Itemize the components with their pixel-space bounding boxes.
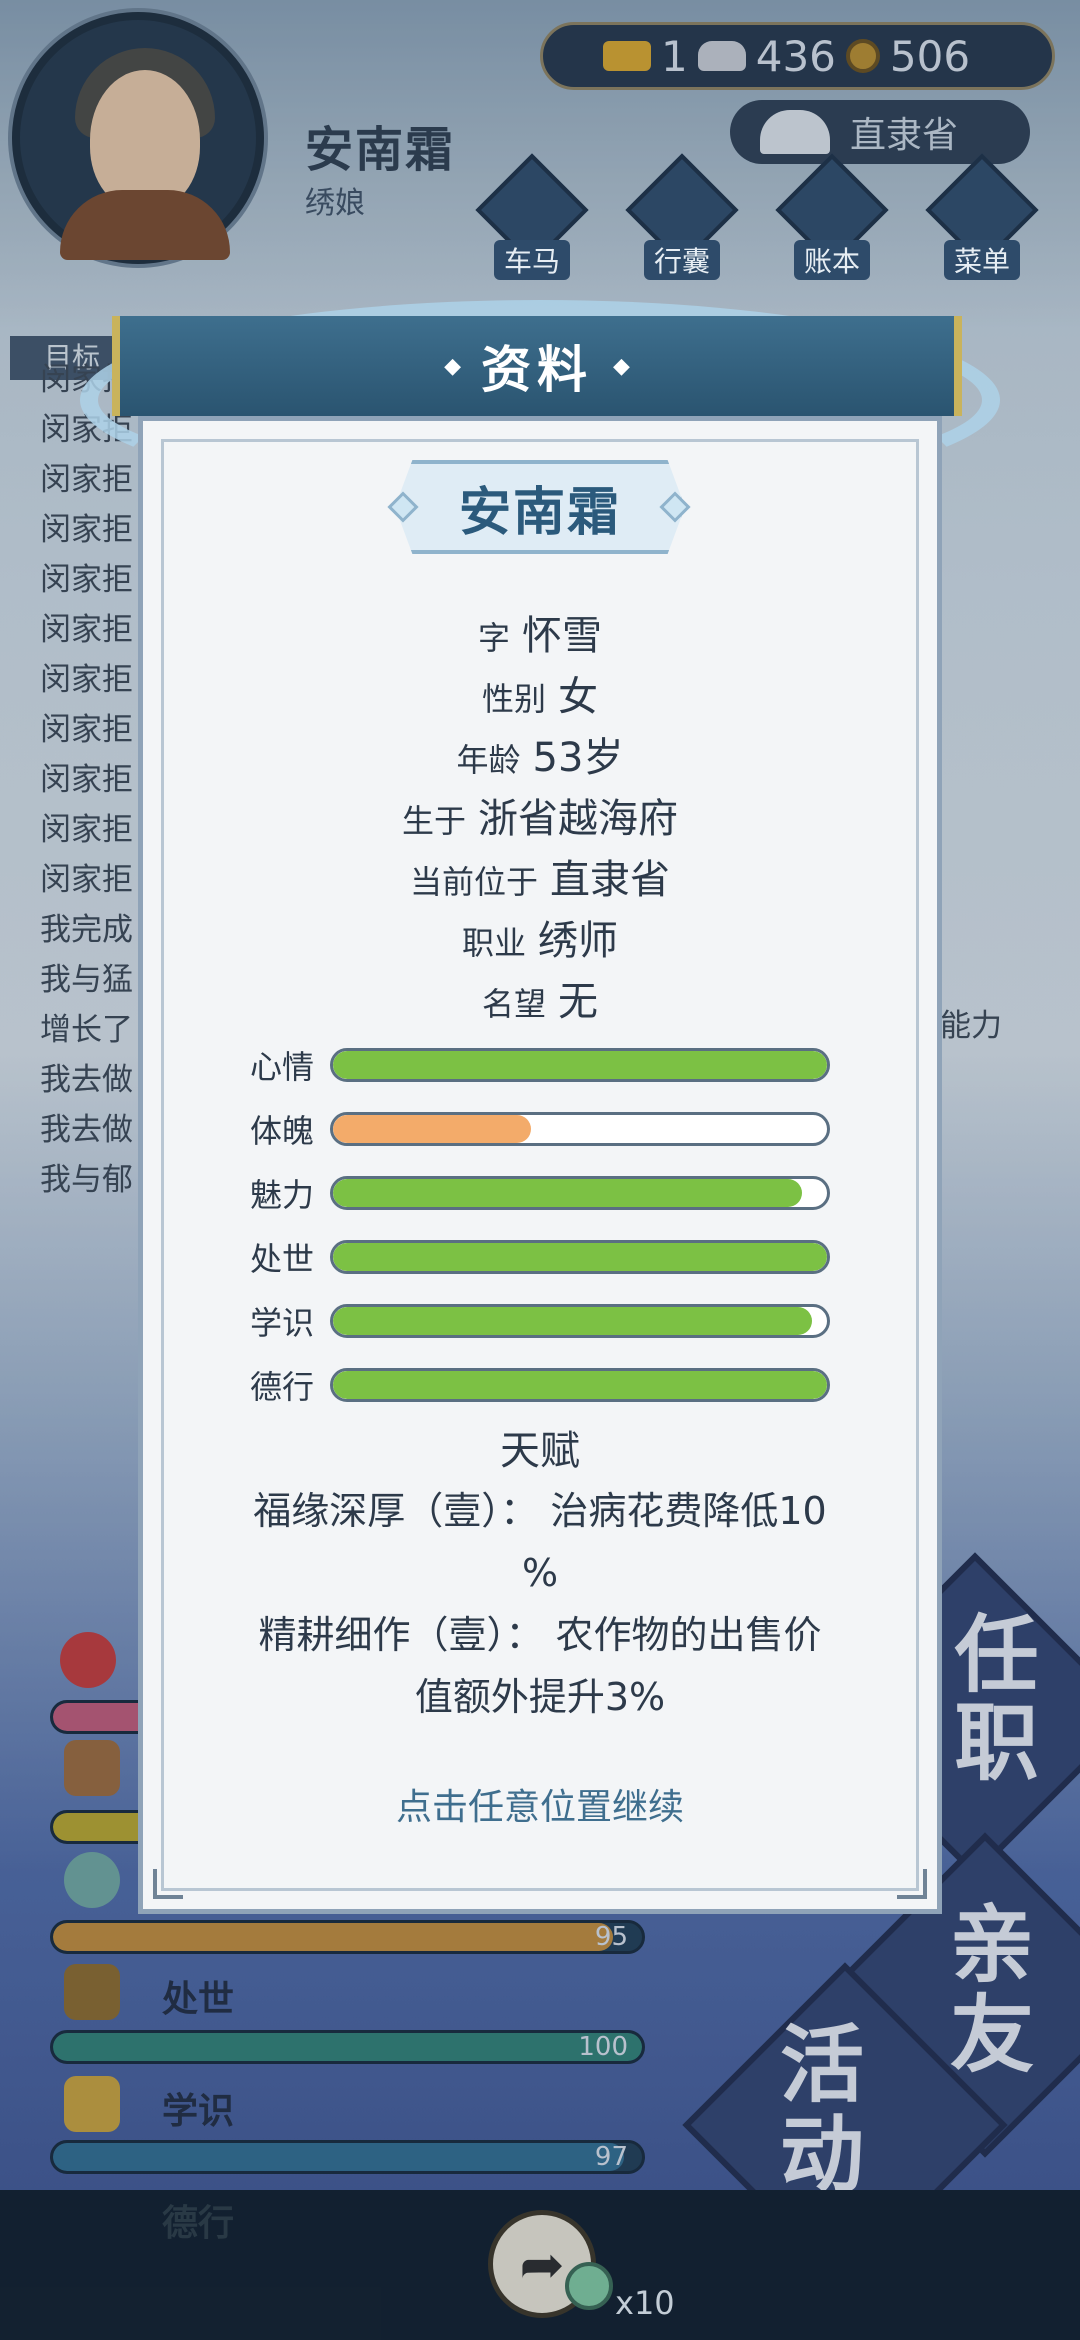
- corner-ornament: [897, 1869, 927, 1899]
- info-value: 直隶省: [550, 857, 670, 903]
- attr-fill: [333, 1115, 531, 1143]
- attr-bar: [330, 1368, 830, 1402]
- dialog-title: 资料: [481, 341, 593, 399]
- talent-text: %: [521, 1551, 559, 1595]
- menu-label: 菜单: [943, 240, 1020, 280]
- attr-mood: 心情: [240, 1040, 840, 1090]
- title-dot-left: ◆: [444, 353, 461, 379]
- talent-text: 精耕细作（壹）： 农作物的出售价: [258, 1613, 822, 1657]
- info-value: 怀雪: [522, 613, 602, 659]
- info-value: 无: [558, 979, 598, 1025]
- info-key: 名望: [481, 985, 546, 1023]
- attr-physique: 体魄: [240, 1104, 840, 1154]
- attr-virtue: 德行: [240, 1360, 840, 1410]
- attr-fill: [333, 1051, 827, 1079]
- attr-name: 魅力: [250, 1176, 315, 1214]
- info-birthplace: 生于 浙省越海府: [138, 789, 942, 850]
- attr-bar: [330, 1304, 830, 1338]
- info-gender: 性别女: [138, 667, 942, 728]
- corner-ornament: [153, 1869, 183, 1899]
- dialog-header: ◆ 资料 ◆: [112, 316, 962, 416]
- attr-name: 处世: [250, 1240, 315, 1278]
- attr-bar: [330, 1048, 830, 1082]
- info-current-location: 当前位于 直隶省: [138, 850, 942, 911]
- attr-name: 体魄: [250, 1112, 315, 1150]
- attr-bar: [330, 1176, 830, 1210]
- attr-charm: 魅力: [240, 1168, 840, 1218]
- continue-hint[interactable]: 点击任意位置继续: [138, 1778, 942, 1830]
- attr-fill: [333, 1243, 827, 1271]
- info-profession: 职业 绣师: [138, 911, 942, 972]
- info-reputation: 名望无: [138, 972, 942, 1033]
- info-list: 字怀雪 性别女 年龄 53岁 生于 浙省越海府 当前位于 直隶省 职业 绣师 名望无: [138, 606, 942, 1033]
- info-value: 女: [558, 674, 598, 720]
- attr-knowledge: 学识: [240, 1296, 840, 1346]
- character-name: 安南霜: [458, 482, 621, 543]
- attr-name: 德行: [250, 1368, 315, 1406]
- talent-title: 天赋: [500, 1428, 580, 1474]
- attr-name: 学识: [250, 1304, 315, 1342]
- menu-label: 行囊: [643, 240, 720, 280]
- name-plate: 安南霜: [395, 460, 685, 554]
- info-key: 性别: [481, 680, 546, 718]
- menu-label: 账本: [793, 240, 870, 280]
- info-key: 生于: [401, 802, 466, 840]
- info-value: 浙省越海府: [478, 796, 678, 842]
- info-courtesy-name: 字怀雪: [138, 606, 942, 667]
- title-dot-right: ◆: [613, 353, 630, 379]
- info-key: 字: [477, 619, 510, 657]
- talent-item: 精耕细作（壹）： 农作物的出售价 值额外提升3%: [190, 1604, 890, 1728]
- attr-fill: [333, 1179, 803, 1207]
- attr-fill: [333, 1371, 827, 1399]
- menu-label: 车马: [493, 240, 570, 280]
- attr-social: 处世: [240, 1232, 840, 1282]
- talent-item: 福缘深厚（壹）： 治病花费降低10 %: [190, 1480, 890, 1604]
- attr-bar: [330, 1112, 830, 1146]
- info-age: 年龄 53岁: [138, 728, 942, 789]
- attr-fill: [333, 1307, 813, 1335]
- talent-text: 值额外提升3%: [414, 1675, 666, 1719]
- info-value: 53岁: [532, 735, 624, 781]
- attr-name: 心情: [250, 1048, 315, 1086]
- attr-bar: [330, 1240, 830, 1274]
- info-value: 绣师: [538, 918, 618, 964]
- info-key: 当前位于: [409, 863, 538, 901]
- info-key: 职业: [461, 924, 526, 962]
- info-key: 年龄: [456, 741, 521, 779]
- talent-text: 福缘深厚（壹）： 治病花费降低10: [253, 1489, 827, 1533]
